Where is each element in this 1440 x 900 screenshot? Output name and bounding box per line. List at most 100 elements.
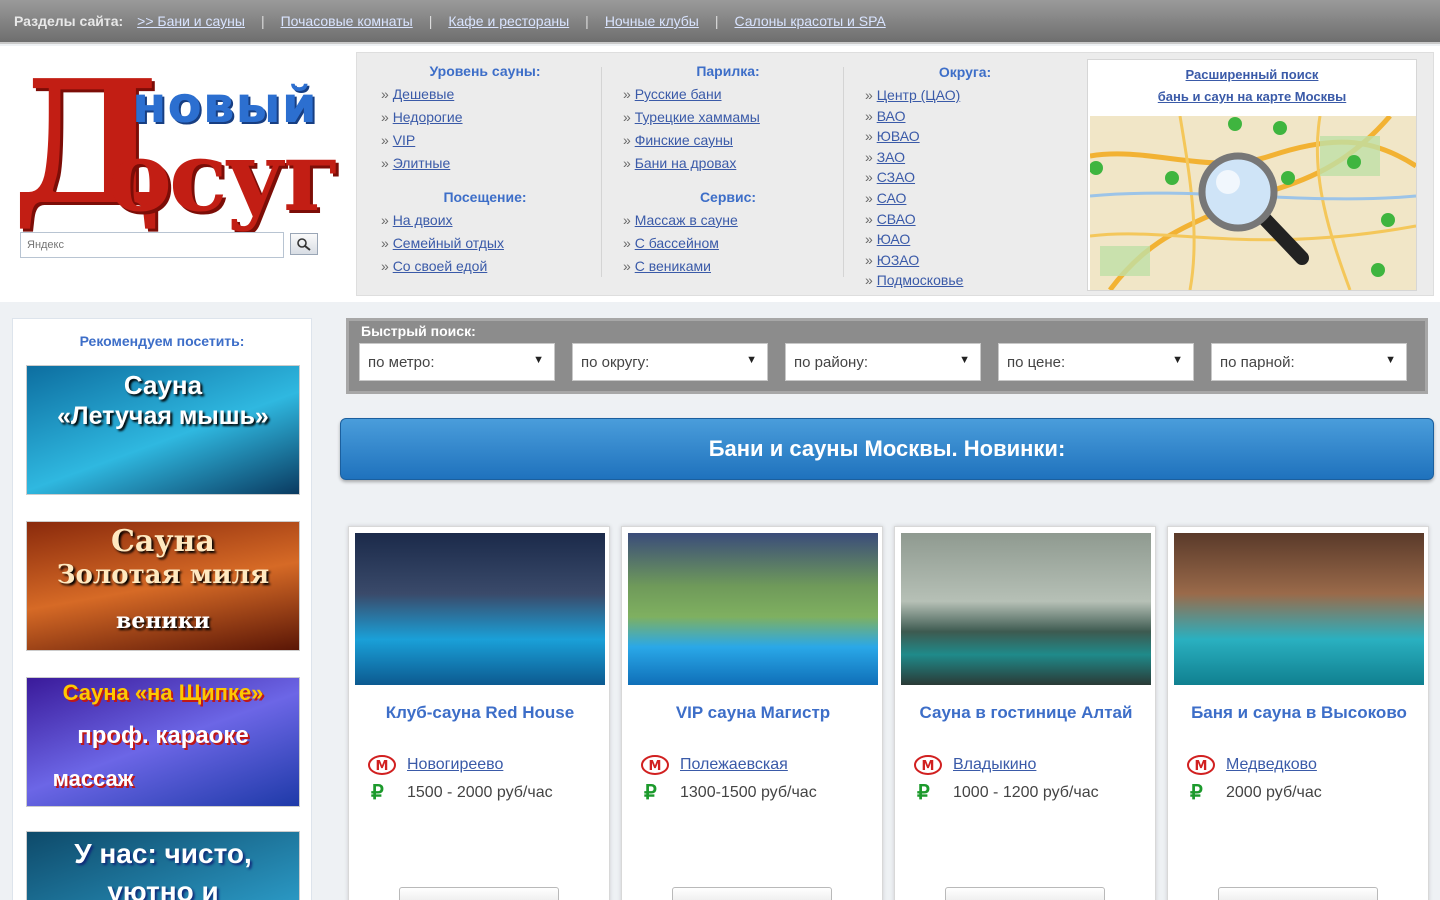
details-button[interactable] [672,887,832,900]
menu-link[interactable]: С бассейном [635,235,719,251]
details-button[interactable] [1218,887,1378,900]
menu-link[interactable]: Подмосковье [877,272,964,288]
top-nav-link-hourly-rooms[interactable]: Почасовые комнаты [281,13,413,29]
top-nav-link-spa[interactable]: Салоны красоты и SPA [735,13,886,29]
menu-heading-districts: Округа: [938,64,992,80]
map-search-link-line2[interactable]: бань и саун на карте Москвы [1158,89,1346,104]
menu-heading-steam: Парилка: [696,63,760,79]
banner-text: проф. караоке [77,722,249,749]
menu-link[interactable]: САО [877,190,907,206]
banner-na-shchipke[interactable]: Сауна «на Щипке» проф. караоке массаж [26,677,300,807]
list-item: Русские бани [623,83,833,106]
select-label: по району: [794,354,868,371]
menu-link[interactable]: Финские сауны [635,132,733,148]
list-item: Финские сауны [623,129,833,152]
menu-link[interactable]: Семейный отдых [393,235,504,251]
search-input[interactable] [20,232,284,258]
list-item: ЮВАО [865,126,1065,147]
svg-text:M: M [1195,759,1208,774]
metro-link[interactable]: Владыкино [953,756,1036,774]
sauna-photo[interactable] [1174,533,1424,685]
map-search-link-line1[interactable]: Расширенный поиск [1186,67,1319,82]
details-button[interactable] [945,887,1105,900]
menu-column-steam: Парилка: Русские бани Турецкие хаммамы Ф… [623,63,833,278]
menu-link[interactable]: Массаж в сауне [635,212,738,228]
svg-text:M: M [376,759,389,774]
select-steam-room[interactable]: по парной: ▼ [1211,343,1407,381]
menu-link[interactable]: Элитные [393,155,451,171]
site-logo[interactable]: Д новый осуг [12,58,342,233]
banner-text: У нас: чисто, [74,838,252,869]
moscow-map-image[interactable] [1090,116,1416,290]
menu-link[interactable]: ЗАО [877,149,905,165]
menu-link[interactable]: VIP [393,132,416,148]
top-nav-link-cafes[interactable]: Кафе и рестораны [448,13,569,29]
sauna-photo[interactable] [355,533,605,685]
dropdown-arrow-icon: ▼ [959,354,970,366]
menu-heading-visit: Посещение: [443,189,527,205]
banner-text: «Летучая мышь» [57,402,269,430]
list-item: Центр (ЦАО) [865,85,1065,106]
price-info: ₽ 2000 руб/час [1190,781,1420,805]
select-label: по цене: [1007,354,1066,371]
ruble-icon: ₽ [644,782,657,804]
menu-link[interactable]: Со своей едой [393,258,488,274]
menu-link[interactable]: СВАО [877,211,916,227]
list-item: Турецкие хаммамы [623,106,833,129]
price-info: ₽ 1500 - 2000 руб/час [371,781,601,805]
metro-link[interactable]: Полежаевская [680,756,788,774]
select-district[interactable]: по округу: ▼ [572,343,768,381]
list-item: СВАО [865,209,1065,230]
menu-link[interactable]: ВАО [877,108,906,124]
list-item: Со своей едой [381,255,589,278]
column-divider [601,67,602,277]
metro-link[interactable]: Новогиреево [407,756,503,774]
banner-zolotaya-milya[interactable]: Сауна Золотая миля веники [26,521,300,651]
sauna-title[interactable]: Баня и сауна в Высоково [1178,701,1420,724]
sauna-title[interactable]: Сауна в гостинице Алтай [905,701,1147,724]
price-text: 1000 - 1200 руб/час [953,784,1099,801]
list-item: Семейный отдых [381,232,589,255]
sidebar-recommendations: Рекомендуем посетить: Сауна «Летучая мыш… [12,318,312,900]
category-menu: Уровень сауны: Дешевые Недорогие VIP Эли… [356,52,1434,296]
menu-link[interactable]: ЮЗАО [877,252,920,268]
sidebar-heading: Рекомендуем посетить: [79,333,245,349]
magnifier-icon [297,238,311,251]
menu-list-service: Массаж в сауне С бассейном С вениками [623,209,833,278]
menu-link[interactable]: На двоих [393,212,453,228]
top-nav-link-baths[interactable]: >> Бани и сауны [137,13,245,29]
map-search-title: Расширенный поиск бань и саун на карте М… [1092,64,1412,108]
price-text: 1500 - 2000 руб/час [407,784,553,801]
dropdown-arrow-icon: ▼ [533,354,544,366]
menu-link[interactable]: Бани на дровах [635,155,737,171]
menu-link[interactable]: Недорогие [393,109,463,125]
metro-link[interactable]: Медведково [1226,756,1317,774]
menu-link[interactable]: С вениками [635,258,711,274]
menu-link[interactable]: ЮВАО [877,128,920,144]
banner-clean-cozy[interactable]: У нас: чисто, уютно и [26,831,300,900]
price-info: ₽ 1000 - 1200 руб/час [917,781,1147,805]
sauna-title[interactable]: VIP сауна Магистр [632,701,874,724]
sauna-card: Клуб-сауна Red House M Новогиреево ₽ 150… [348,526,610,900]
menu-link[interactable]: Центр (ЦАО) [877,87,961,103]
section-title: Бани и сауны Москвы. Новинки: [340,418,1434,480]
menu-link[interactable]: Русские бани [635,86,722,102]
sauna-photo[interactable] [628,533,878,685]
menu-link[interactable]: Дешевые [393,86,455,102]
metro-station: M Медведково [1186,755,1317,775]
menu-link[interactable]: ЮАО [877,231,911,247]
select-area[interactable]: по району: ▼ [785,343,981,381]
map-search-box[interactable]: Расширенный поиск бань и саун на карте М… [1087,59,1417,291]
search-button[interactable] [290,233,318,255]
select-metro[interactable]: по метро: ▼ [359,343,555,381]
banner-letuchaya-mysh[interactable]: Сауна «Летучая мышь» [26,365,300,495]
list-item: С вениками [623,255,833,278]
metro-icon: M [368,755,396,775]
menu-link[interactable]: Турецкие хаммамы [635,109,760,125]
sauna-title[interactable]: Клуб-сауна Red House [359,701,601,724]
menu-link[interactable]: СЗАО [877,169,915,185]
sauna-photo[interactable] [901,533,1151,685]
details-button[interactable] [399,887,559,900]
top-nav-link-night-clubs[interactable]: Ночные клубы [605,13,699,29]
select-price[interactable]: по цене: ▼ [998,343,1194,381]
